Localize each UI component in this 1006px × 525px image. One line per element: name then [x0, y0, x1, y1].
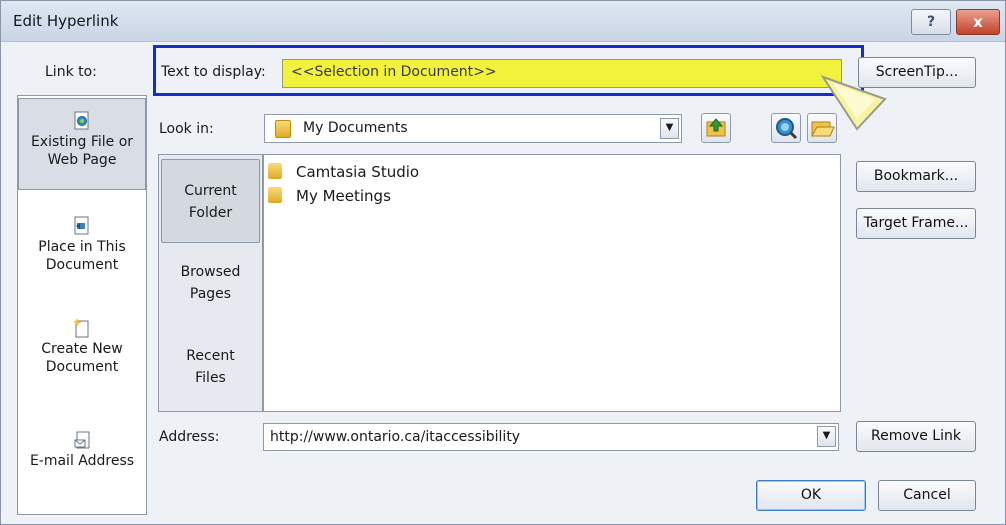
dialog-title: Edit Hyperlink — [13, 12, 119, 30]
nav-item-line1: Current — [184, 183, 237, 199]
nav-browsed-pages[interactable]: Browsed Pages — [161, 261, 260, 311]
nav-current-folder[interactable]: Current Folder — [161, 159, 260, 243]
target-frame-button[interactable]: Target Frame... — [856, 208, 976, 239]
link-to-item-line2: Web Page — [47, 152, 117, 168]
nav-item-line1: Browsed — [180, 264, 241, 280]
existing-file-icon — [74, 111, 90, 131]
up-one-folder-button[interactable] — [701, 113, 731, 143]
look-in-label: Look in: — [159, 121, 214, 137]
list-item[interactable]: Camtasia Studio — [268, 161, 419, 183]
text-to-display-input[interactable]: <<Selection in Document>> — [282, 59, 842, 88]
look-in-dropdown[interactable]: My Documents ▼ — [264, 114, 682, 143]
file-name: My Meetings — [296, 187, 391, 205]
nav-item-line1: Recent — [186, 348, 235, 364]
folder-icon — [268, 187, 282, 203]
email-icon — [74, 430, 90, 450]
nav-item-line2: Folder — [188, 205, 233, 221]
link-to-email-address[interactable]: E-mail Address — [18, 430, 146, 500]
link-to-existing-file[interactable]: Existing File or Web Page — [18, 98, 146, 190]
ok-button[interactable]: OK — [756, 480, 866, 511]
list-item[interactable]: My Meetings — [268, 185, 391, 207]
nav-item-line2: Files — [195, 370, 226, 386]
link-to-item-line1: Existing File or — [30, 134, 134, 150]
browse-file-button[interactable] — [807, 113, 837, 143]
cancel-button[interactable]: Cancel — [878, 480, 976, 511]
link-to-item-line2: Document — [45, 359, 119, 375]
folder-icon — [268, 163, 282, 179]
bookmark-button[interactable]: Bookmark... — [856, 161, 976, 192]
link-to-item-line1: Create New — [41, 341, 123, 357]
up-folder-icon — [706, 118, 726, 137]
file-list[interactable]: Camtasia Studio My Meetings — [263, 154, 841, 412]
file-name: Camtasia Studio — [296, 163, 420, 181]
chevron-down-icon[interactable]: ▼ — [660, 118, 679, 139]
link-to-item-line1: E-mail Address — [29, 453, 135, 469]
link-to-item-line2: Document — [45, 257, 119, 273]
place-in-document-icon — [74, 216, 90, 236]
folder-icon — [275, 120, 291, 138]
text-to-display-label: Text to display: — [161, 64, 266, 80]
help-button[interactable]: ? — [911, 9, 951, 35]
browse-web-button[interactable] — [771, 113, 801, 143]
browse-web-icon — [776, 118, 798, 140]
nav-recent-files[interactable]: Recent Files — [161, 345, 260, 395]
look-in-value: My Documents — [303, 120, 408, 136]
link-to-create-new-document[interactable]: Create New Document — [18, 318, 146, 398]
link-to-panel: Existing File or Web Page Place in This … — [17, 95, 147, 515]
address-label: Address: — [159, 429, 220, 445]
edit-hyperlink-dialog: Edit Hyperlink ? x Link to: Text to disp… — [0, 0, 1006, 525]
title-bar: Edit Hyperlink ? x — [1, 1, 1005, 42]
address-input[interactable]: http://www.ontario.ca/itaccessibility ▼ — [263, 423, 839, 451]
link-to-place-in-document[interactable]: Place in This Document — [18, 216, 146, 296]
open-folder-icon — [811, 121, 835, 137]
chevron-down-icon[interactable]: ▼ — [817, 426, 836, 447]
nav-item-line2: Pages — [189, 286, 232, 302]
link-to-item-line1: Place in This — [38, 239, 126, 255]
address-value: http://www.ontario.ca/itaccessibility — [270, 429, 521, 445]
link-to-label: Link to: — [45, 64, 97, 80]
remove-link-button[interactable]: Remove Link — [856, 421, 976, 452]
new-document-icon — [73, 318, 90, 338]
close-button[interactable]: x — [956, 9, 1000, 35]
browse-nav-panel: Current Folder Browsed Pages Recent File… — [158, 154, 263, 412]
